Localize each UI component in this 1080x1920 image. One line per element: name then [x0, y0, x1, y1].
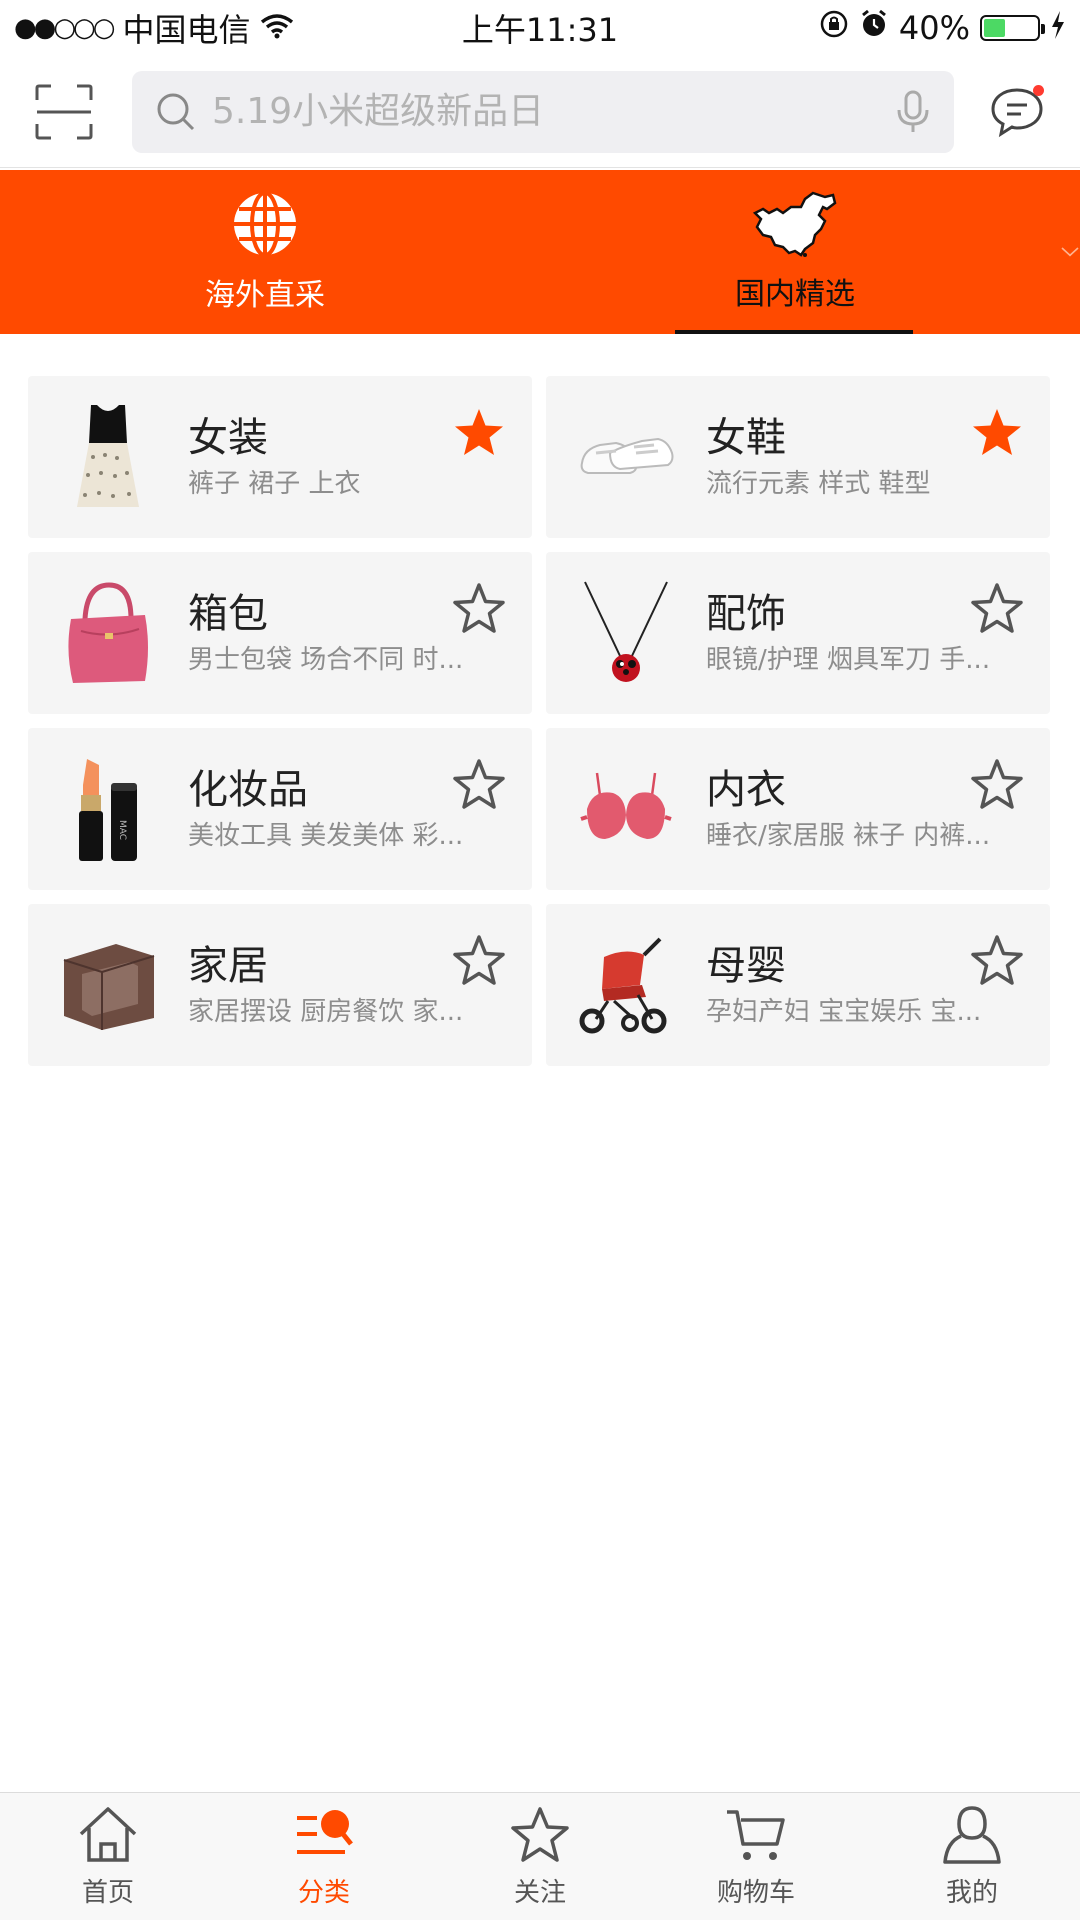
alarm-icon [859, 9, 889, 47]
tab-mine-label: 我的 [945, 1878, 998, 1908]
handbag-image [28, 552, 188, 714]
bottom-tab-bar: 首页 分类 关注 购物车 我的 [0, 1792, 1080, 1920]
user-icon [943, 1806, 1001, 1864]
category-subtitle: 孕妇产妇 宝宝娱乐 宝... [706, 997, 982, 1027]
tab-home[interactable]: 首页 [0, 1793, 216, 1920]
category-card-accessories[interactable]: 配饰 眼镜/护理 烟具军刀 手... [546, 552, 1050, 714]
star-outline-icon[interactable] [970, 758, 1024, 812]
chevron-down-icon [1061, 247, 1079, 257]
category-text: 家居 家居摆设 厨房餐饮 家... [188, 941, 468, 1029]
category-subtitle: 睡衣/家居服 袜子 内裤... [706, 821, 991, 851]
category-card-bags[interactable]: 箱包 男士包袋 场合不同 时... [28, 552, 532, 714]
messages-button[interactable] [984, 79, 1050, 145]
tab-domestic[interactable]: 国内精选 [530, 170, 1060, 334]
category-subtitle: 眼镜/护理 烟具军刀 手... [706, 645, 991, 675]
cart-icon [727, 1810, 785, 1860]
category-subtitle: 裤子 裙子 上衣 [188, 469, 361, 499]
star-filled-icon[interactable] [970, 406, 1024, 460]
search-box[interactable] [132, 70, 954, 153]
scan-icon [35, 84, 93, 139]
unread-dot [1033, 84, 1044, 96]
category-search-icon [297, 1810, 353, 1854]
category-card-home[interactable]: 家居 家居摆设 厨房餐饮 家... [28, 904, 532, 1066]
tab-follow[interactable]: 关注 [432, 1793, 648, 1920]
category-text: 内衣 睡衣/家居服 袜子 内裤... [706, 765, 990, 853]
dress-image [28, 376, 188, 538]
search-icon [157, 93, 195, 130]
sneakers-image [546, 376, 706, 538]
scan-button[interactable] [30, 78, 98, 146]
category-name: 箱包 [188, 591, 268, 637]
category-grid: 女装 裤子 裙子 上衣 女鞋 流行元素 样式 鞋型 箱包 男士包袋 场合不同 时… [28, 376, 1052, 1066]
category-subtitle: 流行元素 样式 鞋型 [706, 469, 931, 499]
bra-image [546, 728, 706, 890]
microphone-icon[interactable] [896, 90, 930, 134]
star-outline-icon[interactable] [452, 934, 506, 988]
tab-overseas-label: 海外直采 [205, 278, 325, 313]
tab-cart[interactable]: 购物车 [648, 1793, 864, 1920]
star-outline-icon[interactable] [452, 582, 506, 636]
china-map-icon [753, 191, 837, 257]
category-text: 女鞋 流行元素 样式 鞋型 [706, 413, 986, 501]
category-name: 内衣 [706, 767, 786, 813]
stroller-image [546, 904, 706, 1066]
category-card-women-clothing[interactable]: 女装 裤子 裙子 上衣 [28, 376, 532, 538]
status-left: ●●○○○ 中国电信 [14, 5, 294, 51]
category-text: 箱包 男士包袋 场合不同 时... [188, 589, 468, 677]
star-icon [511, 1807, 569, 1862]
necklace-image [546, 552, 706, 714]
rotation-lock-icon [819, 9, 849, 47]
star-outline-icon[interactable] [970, 582, 1024, 636]
battery-icon [980, 15, 1045, 41]
category-name: 母婴 [706, 943, 786, 989]
svg-text:MAC: MAC [117, 820, 127, 840]
category-subtitle: 美妆工具 美发美体 彩... [188, 821, 464, 851]
carrier-label: 中国电信 [122, 11, 251, 49]
category-text: 配饰 眼镜/护理 烟具军刀 手... [706, 589, 990, 677]
search-input[interactable] [212, 91, 896, 132]
category-name: 化妆品 [188, 767, 308, 813]
star-filled-icon[interactable] [452, 406, 506, 460]
battery-fill [984, 19, 1005, 37]
category-card-underwear[interactable]: 内衣 睡衣/家居服 袜子 内裤... [546, 728, 1050, 890]
armchair-image [28, 904, 188, 1066]
wifi-icon [260, 9, 294, 47]
region-more-button[interactable] [1060, 170, 1080, 334]
status-bar: ●●○○○ 中国电信 上午11:31 40% [0, 0, 1080, 56]
category-name: 配饰 [706, 591, 786, 637]
charging-icon [1050, 9, 1066, 47]
category-subtitle: 男士包袋 场合不同 时... [188, 645, 464, 675]
tab-cart-label: 购物车 [716, 1878, 795, 1908]
signal-strength-icon: ●●○○○ [14, 13, 115, 43]
category-text: 母婴 孕妇产妇 宝宝娱乐 宝... [706, 941, 986, 1029]
search-header [0, 56, 1080, 168]
tab-category[interactable]: 分类 [216, 1793, 432, 1920]
globe-icon [234, 191, 296, 257]
tab-category-label: 分类 [297, 1878, 350, 1908]
category-name: 女鞋 [706, 415, 786, 461]
lipstick-image: MAC [28, 728, 188, 890]
category-card-cosmetics[interactable]: MAC 化妆品 美妆工具 美发美体 彩... [28, 728, 532, 890]
category-name: 女装 [188, 415, 268, 461]
category-name: 家居 [188, 943, 268, 989]
category-card-women-shoes[interactable]: 女鞋 流行元素 样式 鞋型 [546, 376, 1050, 538]
home-icon [79, 1807, 137, 1862]
category-subtitle: 家居摆设 厨房餐饮 家... [188, 997, 464, 1027]
tab-mine[interactable]: 我的 [864, 1793, 1080, 1920]
category-text: 女装 裤子 裙子 上衣 [188, 413, 468, 501]
star-outline-icon[interactable] [970, 934, 1024, 988]
region-tab-bar: 海外直采 国内精选 [0, 170, 1080, 334]
battery-percent: 40% [898, 9, 970, 47]
tab-follow-label: 关注 [513, 1878, 566, 1908]
status-right: 40% [819, 9, 1066, 47]
tab-overseas[interactable]: 海外直采 [0, 170, 530, 334]
category-card-mother-baby[interactable]: 母婴 孕妇产妇 宝宝娱乐 宝... [546, 904, 1050, 1066]
star-outline-icon[interactable] [452, 758, 506, 812]
tab-domestic-label: 国内精选 [735, 277, 855, 312]
category-text: 化妆品 美妆工具 美发美体 彩... [188, 765, 468, 853]
tab-home-label: 首页 [81, 1878, 134, 1908]
